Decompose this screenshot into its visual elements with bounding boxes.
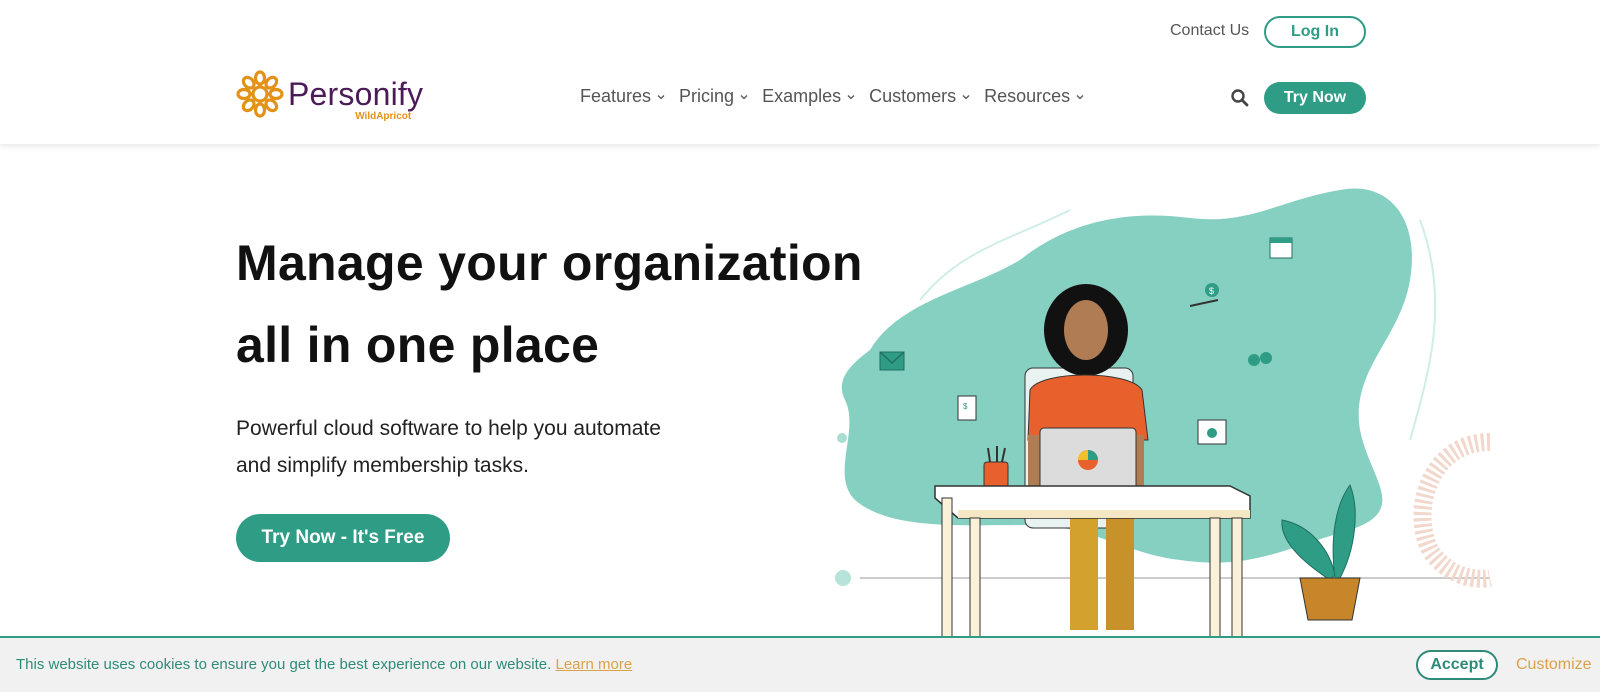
envelope-icon — [879, 351, 905, 371]
chevron-down-icon — [962, 94, 970, 99]
nav-label: Examples — [762, 86, 842, 106]
nav-item-resources[interactable]: Resources — [984, 86, 1084, 107]
cookie-text: This website uses cookies to ensure you … — [16, 656, 552, 673]
customize-cookies-link[interactable]: Customize — [1516, 656, 1592, 674]
site-header: Contact Us Log In Personify WildApricot … — [0, 0, 1600, 144]
calendar-icon — [1269, 237, 1293, 259]
nav-item-pricing[interactable]: Pricing — [679, 86, 748, 107]
chevron-down-icon — [1076, 94, 1084, 99]
try-now-free-button[interactable]: Try Now - It's Free — [236, 514, 450, 562]
cookie-banner: This website uses cookies to ensure you … — [0, 636, 1600, 692]
logo-name: Personify — [288, 76, 424, 112]
nav-item-features[interactable]: Features — [580, 86, 665, 107]
svg-text:$: $ — [1209, 286, 1214, 296]
invoice-icon: $ — [957, 395, 977, 421]
svg-text:$: $ — [963, 402, 968, 411]
chevron-down-icon — [847, 94, 855, 99]
hero-subtitle: Powerful cloud software to help you auto… — [236, 410, 661, 484]
logo-text: Personify WildApricot — [288, 76, 424, 122]
sun-logo-icon — [236, 70, 284, 118]
logo[interactable]: Personify WildApricot — [236, 70, 424, 122]
search-icon[interactable] — [1230, 88, 1250, 108]
learn-more-link[interactable]: Learn more — [555, 656, 632, 673]
hero-subtitle-line1: Powerful cloud software to help you auto… — [236, 417, 661, 440]
hero-subtitle-line2: and simplify membership tasks. — [236, 454, 529, 477]
accept-cookies-button[interactable]: Accept — [1416, 650, 1498, 680]
laptop-illustration — [1035, 427, 1141, 494]
cookie-message: This website uses cookies to ensure you … — [16, 656, 632, 673]
nav-label: Customers — [869, 86, 957, 106]
nav-item-examples[interactable]: Examples — [762, 86, 855, 107]
nav-item-customers[interactable]: Customers — [869, 86, 970, 107]
chevron-down-icon — [740, 94, 748, 99]
contact-us-link[interactable]: Contact Us — [1170, 22, 1249, 40]
main-nav: Features Pricing Examples Customers Reso… — [580, 86, 1084, 107]
logo-subtitle: WildApricot — [355, 111, 412, 122]
striped-arc-decoration — [1413, 433, 1492, 588]
hero-title: Manage your organization all in one plac… — [236, 222, 863, 386]
hero-title-line1: Manage your organization — [236, 235, 863, 291]
hero-illustration: $ $ — [835, 188, 1492, 639]
log-in-button[interactable]: Log In — [1264, 16, 1366, 48]
try-now-button[interactable]: Try Now — [1264, 82, 1366, 114]
nav-label: Pricing — [679, 86, 735, 106]
nav-label: Features — [580, 86, 652, 106]
hero-title-line2: all in one place — [236, 317, 600, 373]
settings-window-icon — [1197, 419, 1227, 445]
nav-label: Resources — [984, 86, 1071, 106]
chevron-down-icon — [657, 94, 665, 99]
